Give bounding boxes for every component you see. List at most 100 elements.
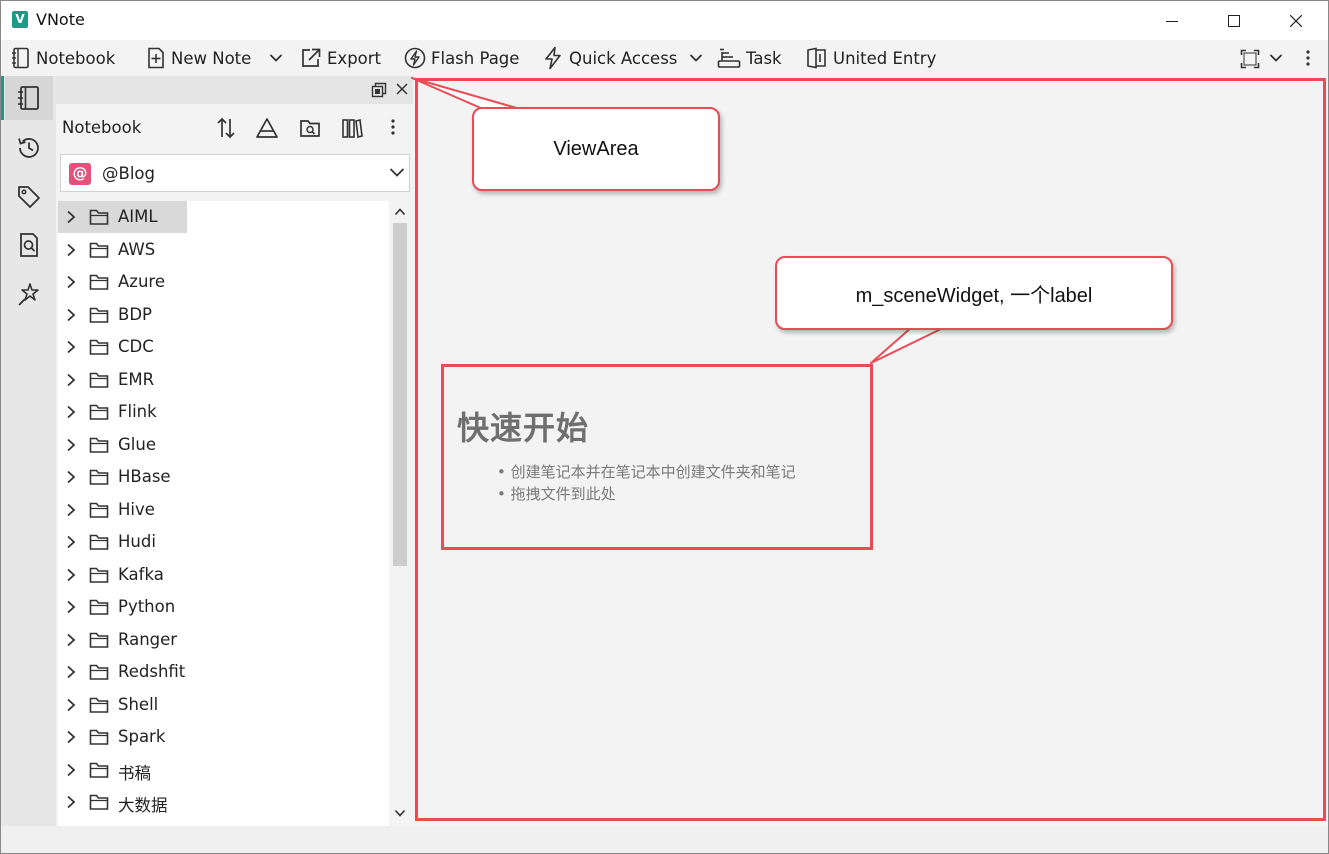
panel-more-icon[interactable] — [389, 117, 397, 137]
toolbar-export-button[interactable]: Export — [300, 44, 381, 72]
scroll-up-icon[interactable] — [394, 207, 406, 217]
folder-tree-item[interactable]: 书稿 — [58, 754, 389, 786]
chevron-right-icon[interactable] — [66, 568, 76, 582]
notebook-icon — [12, 47, 29, 69]
toolbar-united-entry-button[interactable]: United Entry — [806, 44, 936, 72]
notebook-selector[interactable]: @ @Blog — [60, 154, 410, 192]
folder-tree-item[interactable]: HBase — [58, 461, 389, 493]
scroll-down-icon[interactable] — [394, 808, 406, 818]
status-bar — [1, 826, 1328, 853]
manage-notebooks-icon[interactable] — [341, 117, 363, 139]
close-window-button[interactable] — [1265, 1, 1327, 40]
folder-name: Glue — [118, 435, 156, 454]
folder-tree-item[interactable]: Flink — [58, 396, 389, 428]
folder-tree-item[interactable]: Hive — [58, 494, 389, 526]
dock-snippet-button[interactable] — [5, 273, 53, 317]
chevron-right-icon[interactable] — [66, 373, 76, 387]
more-menu-icon[interactable] — [1304, 49, 1312, 67]
folder-tree-item[interactable]: Glue — [58, 429, 389, 461]
window-title: VNote — [36, 10, 85, 29]
chevron-right-icon[interactable] — [66, 730, 76, 744]
folder-tree-item[interactable]: Kafka — [58, 559, 389, 591]
folder-tree-item[interactable]: Hudi — [58, 526, 389, 558]
folder-tree-item[interactable]: Redshfit — [58, 656, 389, 688]
chevron-right-icon[interactable] — [66, 665, 76, 679]
chevron-right-icon[interactable] — [66, 243, 76, 257]
folder-name: Redshfit — [118, 662, 186, 681]
folder-tree-item[interactable]: AWS — [58, 234, 389, 266]
folder-tree-item[interactable]: Azure — [58, 266, 389, 298]
folder-tree-item[interactable]: BDP — [58, 299, 389, 331]
toolbar-quick-access-button[interactable]: Quick Access — [542, 44, 677, 72]
panel-title: Notebook — [62, 118, 142, 137]
toolbar-new-note-button[interactable]: New Note — [146, 44, 251, 72]
scene-widget-callout-label: m_sceneWidget, 一个label — [855, 284, 1093, 307]
dock-history-button[interactable] — [5, 126, 53, 170]
task-icon — [717, 48, 741, 68]
folder-name: BDP — [118, 305, 152, 324]
quick-start-item: • 拖拽文件到此处 — [497, 485, 616, 503]
dock-notebook-button[interactable] — [1, 76, 53, 120]
chevron-right-icon[interactable] — [66, 438, 76, 452]
chevron-right-icon[interactable] — [66, 763, 76, 777]
tree-scrollbar[interactable] — [389, 201, 411, 826]
node-explorer-icon[interactable] — [255, 117, 279, 139]
layout-chevron-down-icon[interactable] — [1269, 53, 1283, 63]
search-folder-icon[interactable] — [299, 117, 321, 139]
folder-tree-item[interactable]: Shell — [58, 689, 389, 721]
chevron-right-icon[interactable] — [66, 275, 76, 289]
folder-icon — [89, 437, 109, 453]
chevron-right-icon[interactable] — [66, 795, 76, 809]
folder-tree-item[interactable]: Ranger — [58, 624, 389, 656]
folder-icon — [89, 599, 109, 615]
fullscreen-icon[interactable] — [1240, 49, 1260, 69]
united-entry-icon — [807, 47, 826, 69]
chevron-right-icon[interactable] — [66, 340, 76, 354]
folder-icon — [89, 274, 109, 290]
snippet-icon — [18, 283, 39, 306]
folder-tree-item[interactable]: Python — [58, 591, 389, 623]
new-note-chevron-down-icon[interactable] — [269, 53, 283, 63]
toolbar-new-note-label: New Note — [171, 48, 252, 68]
notebook-panel: Notebook @ @Blog AIML AWS Azure BDP CDC EMR Fl… — [56, 76, 413, 826]
chevron-right-icon[interactable] — [66, 600, 76, 614]
quick-access-icon — [545, 46, 561, 70]
chevron-right-icon[interactable] — [66, 308, 76, 322]
chevron-down-icon — [389, 168, 405, 177]
folder-name: AWS — [118, 240, 156, 259]
chevron-right-icon[interactable] — [66, 503, 76, 517]
folder-tree-item[interactable]: AIML — [58, 201, 389, 233]
scroll-thumb[interactable] — [393, 223, 407, 566]
dock-tags-button[interactable] — [5, 175, 53, 219]
toolbar-flash-page-button[interactable]: Flash Page — [404, 44, 519, 72]
export-icon — [302, 48, 321, 67]
folder-tree-item[interactable]: Spark — [58, 721, 389, 753]
folder-name: 书稿 — [118, 764, 151, 783]
folder-icon — [89, 209, 109, 225]
sort-icon[interactable] — [215, 117, 237, 139]
chevron-right-icon[interactable] — [66, 633, 76, 647]
toolbar-task-label: Task — [746, 48, 782, 68]
chevron-right-icon[interactable] — [66, 698, 76, 712]
new-note-icon — [148, 47, 164, 69]
maximize-button[interactable] — [1203, 1, 1265, 40]
chevron-right-icon[interactable] — [66, 210, 76, 224]
close-panel-icon[interactable] — [395, 82, 409, 96]
folder-tree-item[interactable]: CDC — [58, 331, 389, 363]
notebook-header-row: Notebook — [56, 106, 413, 148]
chevron-right-icon[interactable] — [66, 470, 76, 484]
chevron-right-icon[interactable] — [66, 535, 76, 549]
minimize-button[interactable] — [1141, 1, 1203, 40]
folder-tree-item[interactable]: EMR — [58, 364, 389, 396]
toolbar-export-label: Export — [327, 48, 382, 68]
toolbar-task-button[interactable]: Task — [717, 44, 782, 72]
dock-bar — [1, 76, 56, 826]
quick-access-chevron-down-icon[interactable] — [689, 53, 703, 63]
folder-tree-item[interactable]: 大数据 — [58, 786, 389, 818]
toolbar-notebook-button[interactable]: Notebook — [11, 44, 115, 72]
chevron-right-icon[interactable] — [66, 405, 76, 419]
close-icon — [1290, 14, 1302, 27]
folder-icon — [89, 729, 109, 745]
float-panel-icon[interactable] — [371, 82, 387, 98]
dock-search-button[interactable] — [5, 223, 53, 267]
